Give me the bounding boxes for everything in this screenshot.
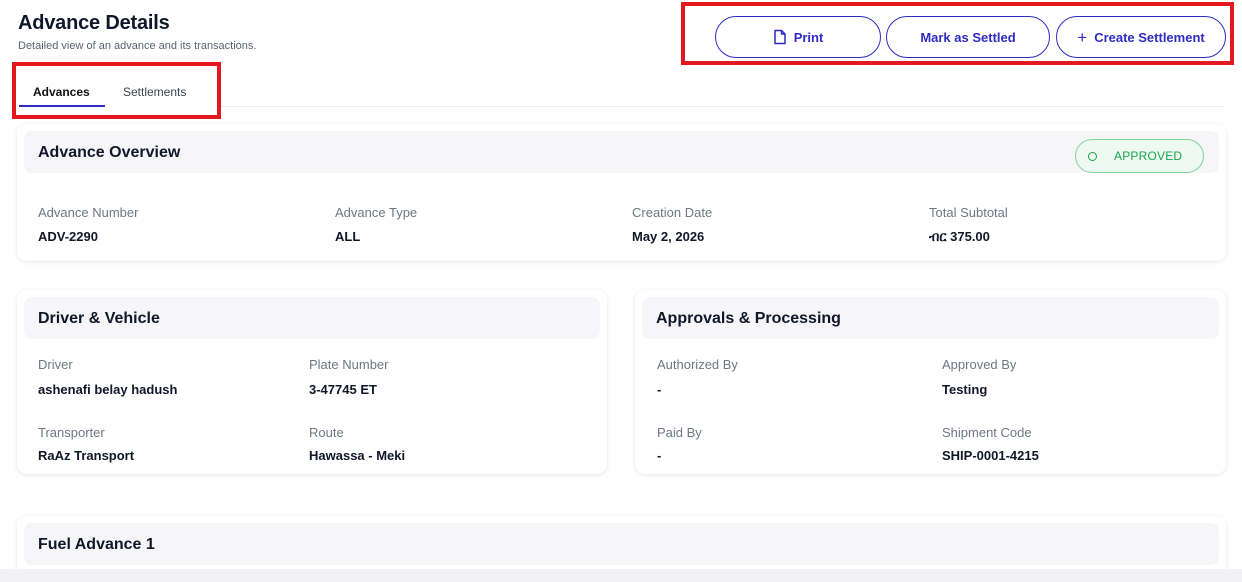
status-badge-label: APPROVED [1114, 149, 1183, 163]
creation-date-label: Creation Date [632, 205, 713, 220]
action-buttons-group: Print Mark as Settled + Create Settlemen… [681, 2, 1234, 65]
tabs-bar: Advances Settlements [12, 62, 221, 119]
transporter-value: RaAz Transport [38, 448, 135, 463]
approvals-processing-card: Approvals & Processing Authorized By - A… [635, 290, 1226, 474]
paid-by-value: - [657, 448, 662, 463]
paid-by-label: Paid By [657, 425, 702, 440]
mark-as-settled-button[interactable]: Mark as Settled [886, 16, 1050, 58]
route-value: Hawassa - Meki [309, 448, 406, 463]
approvals-processing-title: Approvals & Processing [656, 310, 841, 327]
approved-by-label: Approved By [942, 357, 1017, 372]
approvals-processing-header: Approvals & Processing [642, 297, 1219, 339]
advance-overview-title: Advance Overview [38, 144, 181, 161]
print-button-label: Print [793, 29, 824, 45]
route-label: Route [309, 425, 344, 440]
driver-value: ashenafi belay hadush [38, 382, 178, 397]
create-settlement-label: Create Settlement [1094, 29, 1205, 45]
print-button[interactable]: Print [715, 16, 881, 58]
tabs-divider [221, 106, 1225, 107]
mark-as-settled-label: Mark as Settled [920, 29, 1016, 45]
fuel-advance-title: Fuel Advance 1 [38, 536, 155, 553]
shipment-code-value: SHIP-0001-4215 [942, 448, 1039, 463]
driver-vehicle-title: Driver & Vehicle [38, 310, 160, 327]
advance-type-label: Advance Type [335, 205, 418, 220]
document-icon [773, 29, 786, 45]
advance-overview-card: Advance Overview APPROVED Advance Number… [17, 124, 1226, 261]
transporter-label: Transporter [38, 425, 105, 440]
tab-settlements[interactable]: Settlements [123, 85, 186, 99]
advance-number-label: Advance Number [38, 205, 139, 220]
page-title: Advance Details [18, 12, 170, 34]
shipment-code-label: Shipment Code [942, 425, 1032, 440]
advance-overview-header: Advance Overview APPROVED [24, 131, 1219, 173]
authorized-by-label: Authorized By [657, 357, 738, 372]
fuel-advance-header: Fuel Advance 1 [24, 523, 1219, 565]
plate-number-label: Plate Number [309, 357, 389, 372]
driver-vehicle-header: Driver & Vehicle [24, 297, 600, 339]
plus-icon: + [1077, 27, 1088, 47]
authorized-by-value: - [657, 382, 662, 397]
driver-vehicle-card: Driver & Vehicle Driver ashenafi belay h… [17, 290, 607, 474]
total-subtotal-value: ብር 375.00 [929, 229, 990, 244]
active-tab-indicator [19, 105, 105, 107]
approved-by-value: Testing [942, 382, 988, 397]
tab-advances[interactable]: Advances [33, 85, 90, 99]
page-subtitle: Detailed view of an advance and its tran… [18, 40, 257, 52]
horizontal-scrollbar-track[interactable] [0, 569, 1242, 582]
status-badge: APPROVED [1075, 139, 1204, 173]
advance-type-value: ALL [335, 229, 361, 244]
status-dot-icon [1088, 152, 1097, 161]
creation-date-value: May 2, 2026 [632, 229, 705, 244]
advance-number-value: ADV-2290 [38, 229, 98, 244]
plate-number-value: 3-47745 ET [309, 382, 377, 397]
create-settlement-button[interactable]: + Create Settlement [1056, 16, 1226, 58]
total-subtotal-label: Total Subtotal [929, 205, 1008, 220]
driver-label: Driver [38, 357, 73, 372]
